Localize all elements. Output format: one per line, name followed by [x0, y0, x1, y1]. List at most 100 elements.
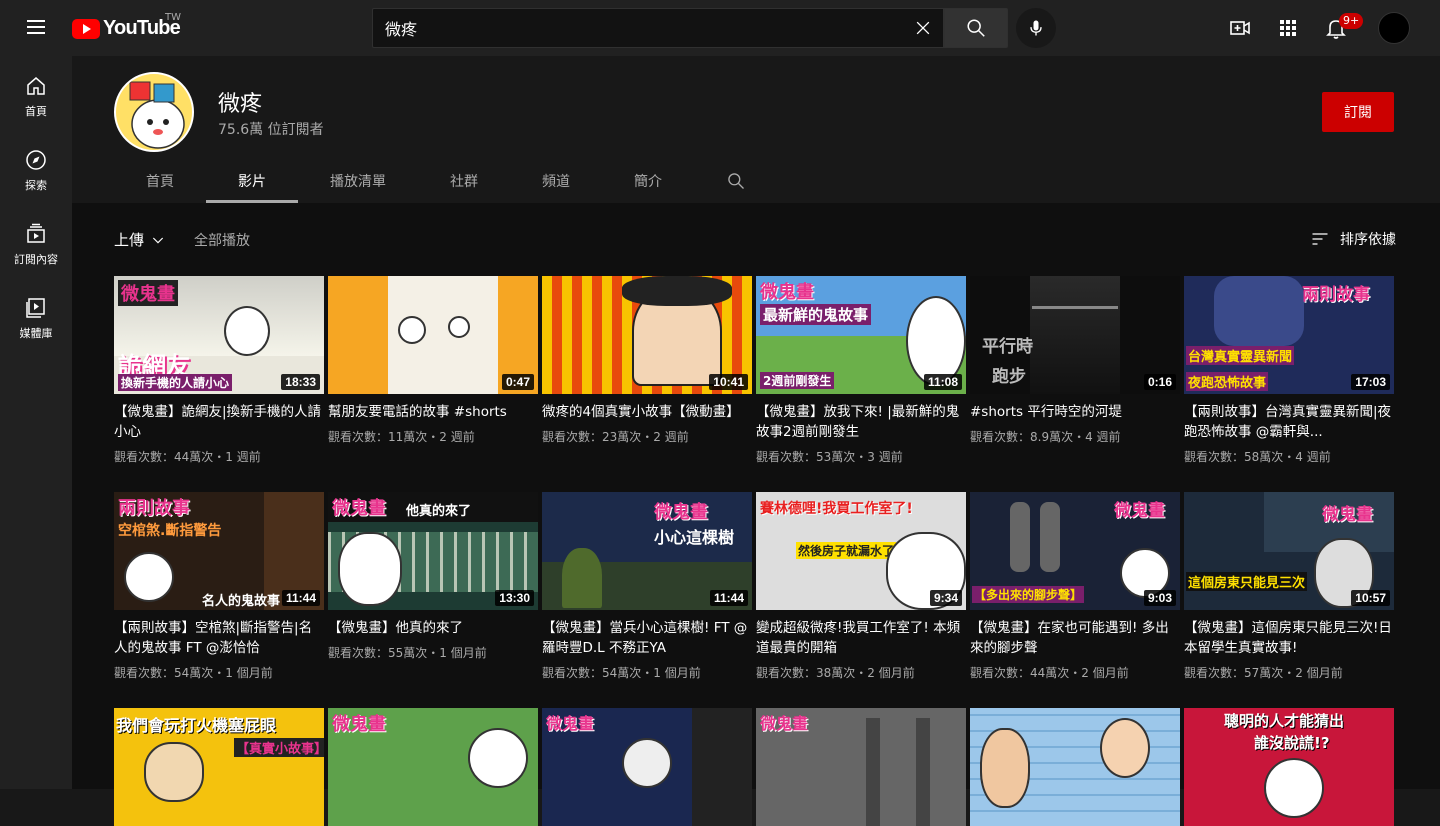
search-button[interactable]	[944, 8, 1008, 48]
video-title[interactable]: 【微鬼畫】放我下來! |最新鮮的鬼故事2週前剛發生	[756, 402, 966, 442]
video-title[interactable]: 【兩則故事】台灣真實靈異新聞|夜跑恐怖故事 @霸軒與...	[1184, 402, 1394, 442]
thumbnail-caption: 微鬼畫	[654, 502, 708, 523]
video-card[interactable]: 微鬼畫 他真的來了 13:30 【微鬼畫】他真的來了 觀看次數：55萬次・1 個…	[328, 492, 538, 661]
sort-button[interactable]: 排序依據	[1310, 229, 1396, 249]
video-thumbnail[interactable]: 平行時 跑步 0:16	[970, 276, 1180, 394]
chevron-down-icon[interactable]	[150, 232, 166, 248]
video-card[interactable]: 微鬼畫 這個房東只能見三次 10:57 【微鬼畫】這個房東只能見三次!日本留學生…	[1184, 492, 1394, 681]
tab-community[interactable]: 社群	[418, 158, 510, 203]
video-duration: 11:08	[923, 374, 962, 390]
video-title[interactable]: 【微鬼畫】當兵小心這棵樹! FT @羅時豐D.L 不務正YA	[542, 618, 752, 658]
video-title[interactable]: 【微鬼畫】在家也可能遇到! 多出來的腳步聲	[970, 618, 1180, 658]
youtube-logo[interactable]: YouTube TW	[72, 12, 181, 40]
sidebar-item-subscriptions[interactable]: 訂閱內容	[0, 204, 72, 278]
video-card[interactable]: 賽林德哩!我買工作室了! 然後房子就漏水了 9:34 變成超級微疼!我買工作室了…	[756, 492, 966, 681]
video-duration: 9:03	[1143, 590, 1176, 606]
video-thumbnail[interactable]: 微鬼畫 最新鮮的鬼故事 2週前剛發生 11:08	[756, 276, 966, 394]
video-meta: 觀看次數：53萬次・3 週前	[756, 450, 903, 464]
tab-home[interactable]: 首頁	[114, 158, 206, 203]
thumbnail-caption: 微鬼畫	[760, 714, 809, 733]
video-thumbnail[interactable]: 微鬼畫	[328, 708, 538, 826]
tab-videos[interactable]: 影片	[206, 158, 298, 203]
video-thumbnail[interactable]: 兩則故事 台灣真實靈異新聞 夜跑恐怖故事 17:03	[1184, 276, 1394, 394]
video-thumbnail[interactable]: 0:47	[328, 276, 538, 394]
thumbnail-caption: 【多出來的腳步聲】	[972, 586, 1085, 603]
video-meta: 觀看次數：44萬次・1 週前	[114, 450, 261, 464]
sidebar-item-library[interactable]: 媒體庫	[0, 278, 72, 352]
video-card[interactable]: 微鬼畫	[542, 708, 752, 826]
tab-channels[interactable]: 頻道	[510, 158, 602, 203]
video-thumbnail[interactable]: 微鬼畫	[756, 708, 966, 826]
notification-badge: 9+	[1339, 13, 1364, 29]
video-title[interactable]: 【微鬼畫】他真的來了	[328, 618, 538, 638]
video-card[interactable]: 平行時 跑步 0:16 #shorts 平行時空的河堤 觀看次數：8.9萬次・4…	[970, 276, 1180, 445]
video-card[interactable]: 微鬼畫	[328, 708, 538, 826]
video-thumbnail[interactable]: 微鬼畫	[542, 708, 752, 826]
video-thumbnail[interactable]	[970, 708, 1180, 826]
thumbnail-caption: 賽林德哩!我買工作室了!	[760, 501, 913, 517]
sidebar-item-explore[interactable]: 探索	[0, 130, 72, 204]
channel-search-button[interactable]	[694, 158, 778, 203]
video-meta: 觀看次數：44萬次・2 個月前	[970, 666, 1129, 680]
apps-icon[interactable]	[1276, 16, 1300, 40]
subscribe-button[interactable]: 訂閱	[1322, 92, 1394, 132]
channel-avatar[interactable]	[114, 72, 194, 152]
video-title[interactable]: 【微鬼畫】這個房東只能見三次!日本留學生真實故事!	[1184, 618, 1394, 658]
video-thumbnail[interactable]: 兩則故事 空棺煞.斷指警告 名人的鬼故事 11:44	[114, 492, 324, 610]
close-icon[interactable]	[913, 18, 933, 38]
search-icon	[728, 172, 744, 189]
video-card[interactable]: 微鬼畫 小心這棵樹 11:44 【微鬼畫】當兵小心這棵樹! FT @羅時豐D.L…	[542, 492, 752, 681]
create-video-icon[interactable]	[1228, 16, 1252, 40]
video-card[interactable]: 聰明的人才能猜出 誰沒說謊!?	[1184, 708, 1394, 826]
video-title[interactable]: 幫朋友要電話的故事 #shorts	[328, 402, 538, 422]
menu-icon[interactable]	[24, 16, 48, 40]
video-title[interactable]: 微疼的4個真實小故事【微動畫】	[542, 402, 752, 422]
voice-search-button[interactable]	[1016, 8, 1056, 48]
sidebar-item-label: 探索	[25, 179, 47, 192]
play-all-button[interactable]: 全部播放	[194, 230, 250, 250]
video-thumbnail[interactable]: 微鬼畫 小心這棵樹 11:44	[542, 492, 752, 610]
video-card[interactable]: 微鬼畫 【多出來的腳步聲】 9:03 【微鬼畫】在家也可能遇到! 多出來的腳步聲…	[970, 492, 1180, 681]
video-card[interactable]: 兩則故事 空棺煞.斷指警告 名人的鬼故事 11:44 【兩則故事】空棺煞|斷指警…	[114, 492, 324, 681]
video-duration: 0:16	[1143, 374, 1176, 390]
tab-about[interactable]: 簡介	[602, 158, 694, 203]
video-title[interactable]: 變成超級微疼!我買工作室了! 本頻道最貴的開箱	[756, 618, 966, 658]
video-thumbnail[interactable]: 聰明的人才能猜出 誰沒說謊!?	[1184, 708, 1394, 826]
uploads-dropdown[interactable]: 上傳	[114, 229, 144, 250]
video-title[interactable]: 【兩則故事】空棺煞|斷指警告|名人的鬼故事 FT @澎恰恰	[114, 618, 324, 658]
library-icon	[26, 298, 45, 318]
video-thumbnail[interactable]: 微鬼畫 詭網友 換新手機的人請小心 18:33	[114, 276, 324, 394]
video-card[interactable]	[970, 708, 1180, 826]
account-avatar[interactable]	[1378, 12, 1410, 44]
thumbnail-caption: 2週前剛發生	[760, 372, 835, 389]
video-card[interactable]: 我們會玩打火機塞屁眼 【真實小故事】	[114, 708, 324, 826]
thumbnail-caption: 台灣真實靈異新聞	[1186, 346, 1295, 365]
youtube-play-icon	[72, 18, 100, 39]
video-title[interactable]: #shorts 平行時空的河堤	[970, 402, 1180, 422]
video-thumbnail[interactable]: 賽林德哩!我買工作室了! 然後房子就漏水了 9:34	[756, 492, 966, 610]
video-card[interactable]: 微鬼畫 最新鮮的鬼故事 2週前剛發生 11:08 【微鬼畫】放我下來! |最新鮮…	[756, 276, 966, 465]
thumbnail-caption: 誰沒說謊!?	[1254, 734, 1330, 752]
video-thumbnail[interactable]: 微鬼畫 【多出來的腳步聲】 9:03	[970, 492, 1180, 610]
video-card[interactable]: 微鬼畫 詭網友 換新手機的人請小心 18:33 【微鬼畫】詭網友|換新手機的人請…	[114, 276, 324, 465]
video-card[interactable]: 0:47 幫朋友要電話的故事 #shorts 觀看次數：11萬次・2 週前	[328, 276, 538, 445]
thumbnail-caption: 微鬼畫	[118, 280, 178, 306]
search-input[interactable]	[385, 18, 905, 38]
thumbnail-caption: 小心這棵樹	[654, 528, 735, 547]
video-thumbnail[interactable]: 10:41	[542, 276, 752, 394]
sidebar-item-home[interactable]: 首頁	[0, 56, 72, 130]
video-duration: 0:47	[501, 374, 534, 390]
video-thumbnail[interactable]: 我們會玩打火機塞屁眼 【真實小故事】	[114, 708, 324, 826]
tab-playlists[interactable]: 播放清單	[298, 158, 418, 203]
video-card[interactable]: 兩則故事 台灣真實靈異新聞 夜跑恐怖故事 17:03 【兩則故事】台灣真實靈異新…	[1184, 276, 1394, 465]
video-card[interactable]: 微鬼畫	[756, 708, 966, 826]
video-duration: 11:44	[709, 590, 748, 606]
video-thumbnail[interactable]: 微鬼畫 這個房東只能見三次 10:57	[1184, 492, 1394, 610]
video-thumbnail[interactable]: 微鬼畫 他真的來了 13:30	[328, 492, 538, 610]
thumbnail-caption: 微鬼畫	[760, 282, 814, 303]
thumbnail-caption: 平行時	[982, 337, 1033, 357]
thumbnail-caption: 空棺煞.斷指警告	[118, 523, 222, 539]
thumbnail-caption: 他真的來了	[406, 504, 472, 519]
video-card[interactable]: 10:41 微疼的4個真實小故事【微動畫】 觀看次數：23萬次・2 週前	[542, 276, 752, 445]
video-title[interactable]: 【微鬼畫】詭網友|換新手機的人請小心	[114, 402, 324, 442]
